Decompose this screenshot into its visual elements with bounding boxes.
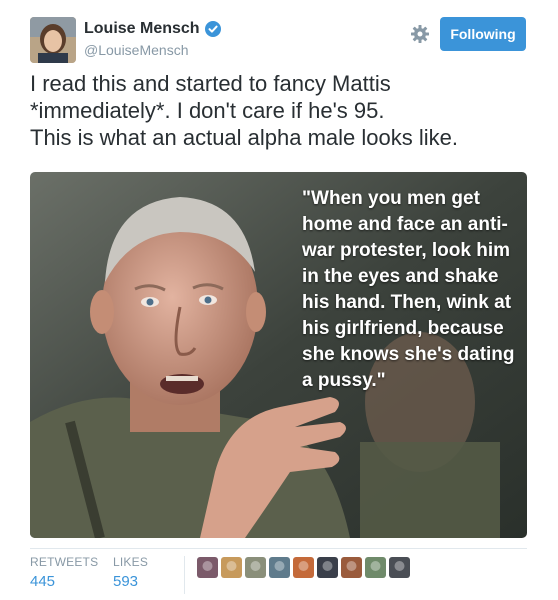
likes-count[interactable]: 593 <box>113 573 148 590</box>
quote-line: "When you men get <box>302 188 480 209</box>
quote-line: war protester, look him <box>302 240 510 261</box>
quote-line: his girlfriend, because <box>302 318 504 339</box>
liker-avatar[interactable] <box>245 557 266 578</box>
liker-avatar[interactable] <box>365 557 386 578</box>
tweet-photo[interactable]: "When you men get home and face an anti-… <box>30 172 527 538</box>
verified-badge-icon <box>204 21 221 37</box>
gear-icon[interactable] <box>410 24 430 44</box>
liker-avatar-image <box>370 561 381 571</box>
liker-avatar[interactable] <box>389 557 410 578</box>
liker-avatar-image <box>274 561 285 571</box>
liker-avatar[interactable] <box>341 557 362 578</box>
photo-quote-text: "When you men get home and face an anti-… <box>302 186 527 394</box>
quote-line: a pussy." <box>302 370 386 391</box>
following-button[interactable]: Following <box>440 17 526 51</box>
liker-avatar-image <box>298 561 309 571</box>
likes-stat[interactable]: LIKES 593 <box>113 555 148 590</box>
liker-avatar-image <box>202 561 213 571</box>
quote-line: in the eyes and shake <box>302 266 499 287</box>
liker-avatar-image <box>346 561 357 571</box>
quote-line: she knows she's dating <box>302 344 515 365</box>
quote-line: home and face an anti- <box>302 214 508 235</box>
tweet-card: Louise Mensch @LouiseMensch Following I … <box>0 0 558 600</box>
author-handle[interactable]: @LouiseMensch <box>84 42 189 58</box>
tweet-text-line: I read this and started to fancy Mattis <box>30 71 391 96</box>
avatar[interactable] <box>30 17 76 63</box>
liker-avatar-image <box>394 561 405 571</box>
tweet-text: I read this and started to fancy Mattis … <box>30 70 530 151</box>
tweet-text-line: This is what an actual alpha male looks … <box>30 125 458 150</box>
quote-line: his hand. Then, wink at <box>302 292 512 313</box>
likes-label: LIKES <box>113 555 149 569</box>
liker-avatar-image <box>226 561 237 571</box>
stats-divider <box>30 548 527 549</box>
author-name[interactable]: Louise Mensch <box>84 20 200 38</box>
retweets-count[interactable]: 445 <box>30 573 98 590</box>
liker-avatar-image <box>322 561 333 571</box>
avatar-image <box>30 17 76 63</box>
author-name-row[interactable]: Louise Mensch <box>84 20 221 38</box>
liker-avatar[interactable] <box>197 557 218 578</box>
stats-separator <box>184 556 185 594</box>
liker-avatar[interactable] <box>221 557 242 578</box>
liker-avatar-image <box>250 561 261 571</box>
liker-avatars <box>197 557 410 578</box>
retweets-stat[interactable]: RETWEETS 445 <box>30 555 98 590</box>
retweets-label: RETWEETS <box>30 555 99 569</box>
liker-avatar[interactable] <box>293 557 314 578</box>
liker-avatar[interactable] <box>269 557 290 578</box>
tweet-text-line: *immediately*. I don't care if he's 95. <box>30 98 385 123</box>
liker-avatar[interactable] <box>317 557 338 578</box>
